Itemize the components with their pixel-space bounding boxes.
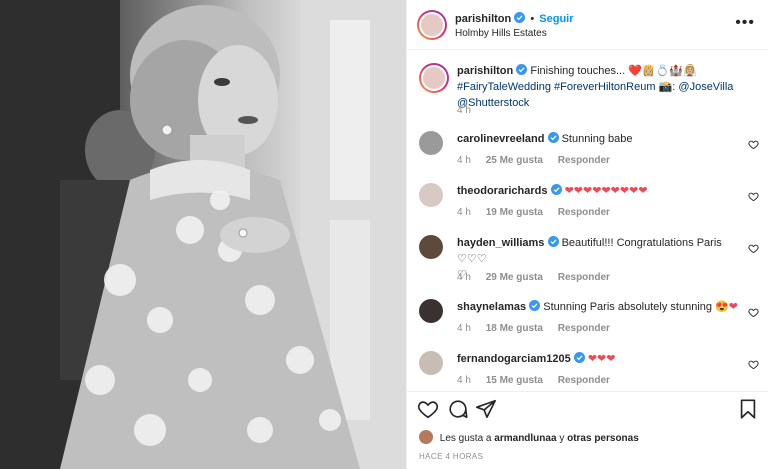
caption-meta: 4 h — [457, 105, 483, 116]
post-time-ago[interactable]: HACE 4 HORAS — [419, 452, 483, 461]
comment-time[interactable]: 4 h — [457, 207, 471, 218]
likes-others-link[interactable]: otras personas — [567, 433, 639, 444]
reply-button[interactable]: Responder — [558, 272, 610, 283]
verified-icon — [547, 236, 559, 247]
likes-prefix: Les gusta a — [439, 433, 492, 444]
liker-username[interactable]: armandlunaa — [494, 433, 556, 444]
post-actions: Les gusta a armandlunaa y otras personas… — [407, 391, 768, 469]
comment-text: theodorarichards ❤❤❤❤❤❤❤❤❤ — [457, 183, 747, 199]
author-username[interactable]: parishilton — [455, 13, 511, 25]
follow-button[interactable]: Seguir — [539, 13, 573, 25]
verified-icon — [573, 352, 585, 363]
likes-suffix: y — [559, 433, 565, 444]
reply-button[interactable]: Responder — [558, 155, 610, 166]
reply-button[interactable]: Responder — [558, 207, 610, 218]
comment-heart-icon[interactable] — [748, 307, 759, 318]
comment-meta: 4 h 19 Me gusta Responder — [457, 207, 622, 218]
caption-text: parishilton Finishing touches... ❤️👸🏼💍🏰👰… — [457, 63, 747, 111]
author-avatar[interactable] — [417, 10, 447, 40]
camera-emoji: 📸 — [658, 81, 673, 93]
verified-icon — [516, 64, 528, 75]
comment-time[interactable]: 4 h — [457, 375, 471, 386]
commenter-avatar[interactable] — [419, 131, 443, 155]
comment-text: carolinevreeland Stunning babe — [457, 131, 747, 147]
caption: parishilton Finishing touches... ❤️👸🏼💍🏰👰… — [419, 63, 759, 123]
comment-likes[interactable]: 29 Me gusta — [486, 272, 543, 283]
comment-row: hayden_williams Beautiful!!! Congratulat… — [419, 235, 759, 291]
hashtag-foreverhilton[interactable]: #ForeverHiltonReum — [554, 81, 655, 93]
verified-icon — [514, 12, 526, 23]
bookmark-icon[interactable] — [737, 398, 759, 420]
author-line: parishilton • Seguir — [455, 12, 574, 25]
comment-likes[interactable]: 25 Me gusta — [486, 155, 543, 166]
comment-heart-icon[interactable] — [748, 191, 759, 202]
post-photo[interactable] — [0, 0, 406, 469]
comment-row: fernandogarciam1205 ❤❤❤ 4 h 15 Me gusta … — [419, 351, 759, 391]
comment-username[interactable]: fernandogarciam1205 — [457, 353, 571, 365]
caption-avatar[interactable] — [419, 63, 449, 93]
comment-text: shaynelamas Stunning Paris absolutely st… — [457, 299, 747, 315]
verified-icon — [547, 132, 559, 143]
verified-icon — [550, 184, 562, 195]
comment-body: ❤❤❤ — [587, 353, 616, 365]
comment-username[interactable]: hayden_williams — [457, 237, 544, 249]
caption-body: Finishing touches... — [530, 65, 626, 77]
post-side-panel: parishilton • Seguir Holmby Hills Estate… — [406, 0, 768, 469]
liker-avatar[interactable] — [419, 430, 433, 444]
comment-body: Stunning babe — [561, 133, 633, 145]
comment-username[interactable]: theodorarichards — [457, 185, 547, 197]
commenter-avatar[interactable] — [419, 351, 443, 375]
comment-text: fernandogarciam1205 ❤❤❤ — [457, 351, 747, 367]
comment-username[interactable]: carolinevreeland — [457, 133, 544, 145]
comment-heart-icon[interactable] — [748, 139, 759, 150]
reply-button[interactable]: Responder — [558, 375, 610, 386]
comment-heart-icon[interactable] — [748, 359, 759, 370]
comment-likes[interactable]: 15 Me gusta — [486, 375, 543, 386]
credit-separator: : — [672, 81, 676, 93]
comment-time[interactable]: 4 h — [457, 272, 471, 283]
comment-meta: 4 h 29 Me gusta Responder — [457, 272, 622, 283]
comment-row: theodorarichards ❤❤❤❤❤❤❤❤❤ 4 h 19 Me gus… — [419, 183, 759, 223]
caption-time[interactable]: 4 h — [457, 105, 471, 116]
caption-username[interactable]: parishilton — [457, 65, 513, 77]
comment-meta: 4 h 15 Me gusta Responder — [457, 375, 622, 386]
more-dots-icon[interactable]: ••• — [735, 14, 755, 32]
comment-body: ❤❤❤❤❤❤❤❤❤ — [564, 185, 648, 197]
reply-button[interactable]: Responder — [558, 323, 610, 334]
caption-emojis: ❤️👸🏼💍🏰👰🏼‍♀️ — [628, 65, 697, 77]
commenter-avatar[interactable] — [419, 183, 443, 207]
comment-row: carolinevreeland Stunning babe 4 h 25 Me… — [419, 131, 759, 171]
verified-icon — [529, 300, 541, 311]
comment-meta: 4 h 18 Me gusta Responder — [457, 323, 622, 334]
share-icon[interactable] — [475, 398, 497, 420]
comment-row: shaynelamas Stunning Paris absolutely st… — [419, 299, 759, 339]
comment-heart-icon[interactable] — [748, 243, 759, 254]
bride-photo-illustration — [0, 0, 406, 469]
post-location[interactable]: Holmby Hills Estates — [455, 28, 547, 39]
post-header: parishilton • Seguir Holmby Hills Estate… — [407, 0, 768, 50]
comments-area: parishilton Finishing touches... ❤️👸🏼💍🏰👰… — [407, 51, 768, 391]
commenter-avatar[interactable] — [419, 299, 443, 323]
separator-dot: • — [530, 13, 535, 25]
mention-josevilla[interactable]: @JoseVilla — [678, 81, 733, 93]
comment-emoji: 😍❤ — [715, 301, 738, 313]
hashtag-fairytale[interactable]: #FairyTaleWedding — [457, 81, 551, 93]
comment-time[interactable]: 4 h — [457, 323, 471, 334]
comment-icon[interactable] — [447, 398, 469, 420]
commenter-avatar[interactable] — [419, 235, 443, 259]
comment-likes[interactable]: 19 Me gusta — [486, 207, 543, 218]
comment-likes[interactable]: 18 Me gusta — [486, 323, 543, 334]
comment-meta: 4 h 25 Me gusta Responder — [457, 155, 622, 166]
comment-username[interactable]: shaynelamas — [457, 301, 526, 313]
comment-body: Stunning Paris absolutely stunning — [543, 301, 713, 313]
likes-summary: Les gusta a armandlunaa y otras personas — [419, 430, 639, 444]
heart-icon[interactable] — [417, 398, 439, 420]
comment-time[interactable]: 4 h — [457, 155, 471, 166]
